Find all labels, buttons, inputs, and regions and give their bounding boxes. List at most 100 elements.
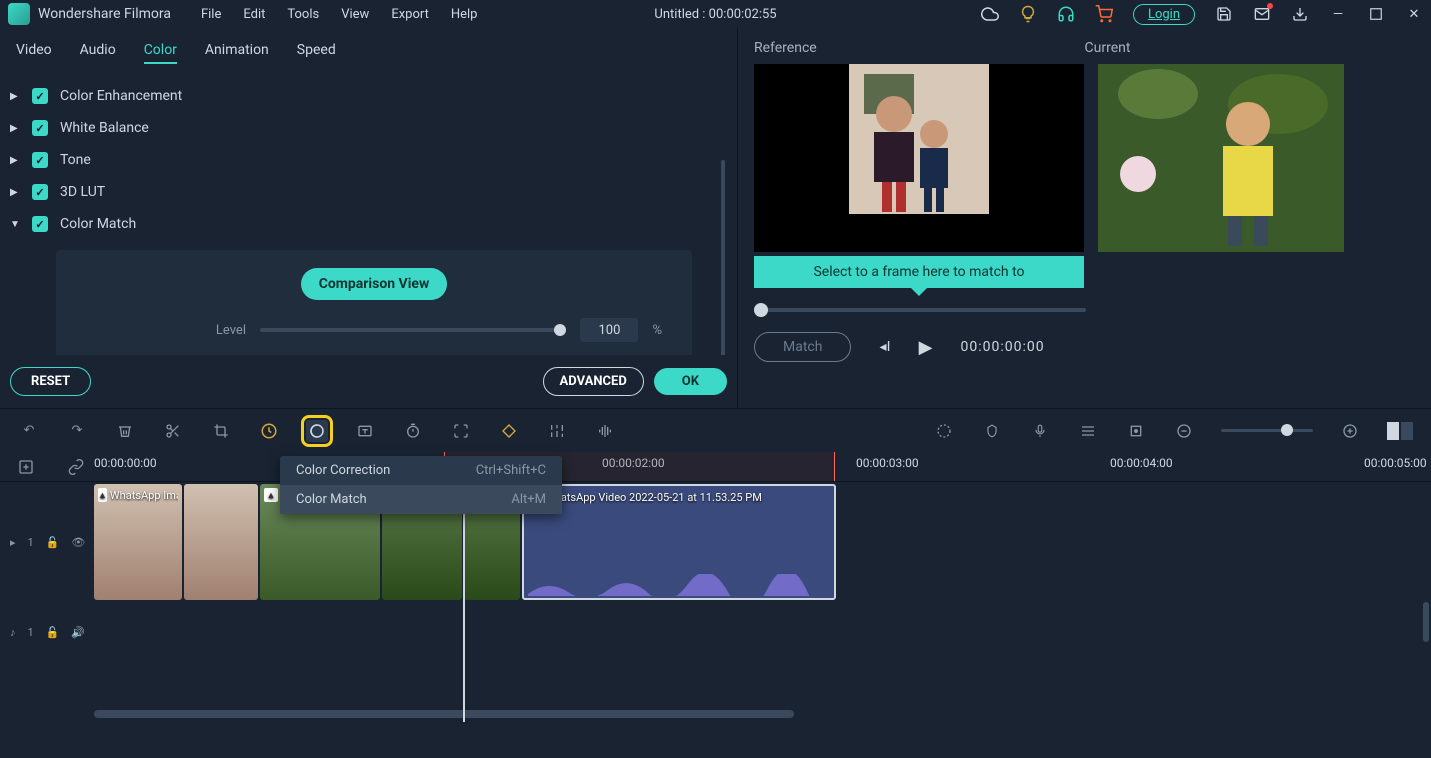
clip-image-1[interactable]: ▲WhatsApp Image 2022-0 — [94, 484, 182, 600]
redo-icon[interactable]: ↷ — [66, 420, 88, 442]
clip-image-1b[interactable] — [184, 484, 258, 600]
select-frame-hint: Select to a frame here to match to — [754, 256, 1084, 288]
minimize-icon[interactable]: — — [1329, 5, 1347, 23]
preview-labels: Reference Current — [754, 40, 1415, 64]
chevron-right-icon: ▶ — [10, 187, 20, 198]
tab-color[interactable]: Color — [144, 42, 177, 64]
menu-file[interactable]: File — [201, 7, 221, 22]
option-tone[interactable]: ▶✓Tone — [8, 144, 729, 176]
visibility-icon[interactable]: 👁 — [71, 536, 85, 549]
preview-scrubber[interactable] — [754, 308, 1086, 312]
option-3d-lut[interactable]: ▶✓3D LUT — [8, 176, 729, 208]
speed-icon[interactable] — [258, 420, 280, 442]
image-icon: ▲ — [264, 488, 278, 502]
step-back-icon[interactable]: ◂Ⅰ — [879, 339, 890, 355]
scrubber-thumb[interactable] — [754, 303, 768, 317]
horizontal-scrollbar[interactable] — [94, 710, 794, 718]
headset-icon[interactable] — [1057, 5, 1075, 23]
color-icon[interactable] — [306, 420, 328, 442]
tick-3: 00:00:03:00 — [856, 456, 919, 470]
preview-videos: Select to a frame here to match to — [754, 64, 1415, 252]
login-button[interactable]: Login — [1133, 4, 1195, 25]
mute-icon[interactable]: 🔊 — [71, 626, 85, 639]
current-video[interactable] — [1098, 64, 1344, 252]
option-white-balance[interactable]: ▶✓White Balance — [8, 112, 729, 144]
reference-video[interactable]: Select to a frame here to match to — [754, 64, 1084, 252]
timer-icon[interactable] — [402, 420, 424, 442]
mic-icon[interactable] — [1029, 420, 1051, 442]
maximize-icon[interactable] — [1367, 5, 1385, 23]
video-track-1: ▸1 🔓 👁 ▲WhatsApp Image 2022-0 ▲WhatsApp … — [0, 482, 1431, 602]
layout-toggle-icon[interactable] — [1387, 422, 1413, 440]
advanced-button[interactable]: ADVANCED — [543, 367, 644, 396]
level-value[interactable]: 100 — [580, 318, 638, 342]
app-name: Wondershare Filmora — [38, 6, 171, 22]
zoom-out-icon[interactable] — [1173, 420, 1195, 442]
close-icon[interactable]: ✕ — [1405, 5, 1423, 23]
mixer-icon[interactable] — [1077, 420, 1099, 442]
match-button[interactable]: Match — [754, 332, 851, 362]
clip-video-1[interactable]: ▶WhatsApp Video 2022-05-21 at 11.53.25 P… — [522, 484, 836, 600]
option-color-match[interactable]: ▼✓Color Match — [8, 208, 729, 240]
scrollbar[interactable] — [721, 160, 725, 355]
checkbox-icon[interactable]: ✓ — [32, 216, 48, 232]
play-icon[interactable]: ▶ — [919, 337, 933, 358]
menu-edit[interactable]: Edit — [243, 7, 265, 22]
crop-icon[interactable] — [210, 420, 232, 442]
menu-help[interactable]: Help — [451, 7, 478, 22]
vertical-scroll-hint[interactable] — [1423, 602, 1429, 642]
render-icon[interactable] — [933, 420, 955, 442]
delete-icon[interactable] — [114, 420, 136, 442]
playhead[interactable] — [463, 482, 465, 722]
text-icon[interactable] — [354, 420, 376, 442]
cart-icon[interactable] — [1095, 5, 1113, 23]
fullscreen-icon[interactable] — [450, 420, 472, 442]
checkbox-icon[interactable]: ✓ — [32, 184, 48, 200]
main-menu: File Edit Tools View Export Help — [201, 7, 478, 22]
undo-icon[interactable]: ↶ — [18, 420, 40, 442]
tab-speed[interactable]: Speed — [297, 42, 336, 64]
preview-panel: Reference Current Select to a frame here… — [738, 28, 1431, 408]
marker-icon[interactable] — [981, 420, 1003, 442]
checkbox-icon[interactable]: ✓ — [32, 152, 48, 168]
ctx-color-correction[interactable]: Color CorrectionCtrl+Shift+C — [280, 456, 562, 485]
tab-animation[interactable]: Animation — [205, 42, 269, 64]
link-icon[interactable] — [68, 459, 84, 475]
chevron-right-icon: ▶ — [10, 123, 20, 134]
ok-button[interactable]: OK — [654, 368, 727, 395]
mail-icon[interactable] — [1253, 5, 1271, 23]
ctx-color-match[interactable]: Color MatchAlt+M — [280, 485, 562, 514]
tab-audio[interactable]: Audio — [80, 42, 116, 64]
lock-icon[interactable]: 🔓 — [46, 536, 60, 549]
zoom-in-icon[interactable] — [1339, 420, 1361, 442]
adjust-icon[interactable] — [546, 420, 568, 442]
main-area: Video Audio Color Animation Speed ▶✓Colo… — [0, 28, 1431, 408]
document-title: Untitled : 00:00:02:55 — [654, 7, 776, 22]
level-slider[interactable] — [260, 328, 566, 332]
checkbox-icon[interactable]: ✓ — [32, 120, 48, 136]
audio-waveform — [528, 574, 836, 596]
menu-export[interactable]: Export — [391, 7, 429, 22]
cloud-icon[interactable] — [981, 5, 999, 23]
reset-button[interactable]: RESET — [10, 367, 91, 396]
audio-icon[interactable] — [594, 420, 616, 442]
comparison-view-button[interactable]: Comparison View — [301, 268, 448, 300]
cut-icon[interactable] — [162, 420, 184, 442]
save-icon[interactable] — [1215, 5, 1233, 23]
tab-video[interactable]: Video — [16, 42, 52, 64]
keyframe-icon[interactable] — [498, 420, 520, 442]
zoom-slider[interactable] — [1221, 429, 1313, 432]
download-icon[interactable] — [1291, 5, 1309, 23]
checkbox-icon[interactable]: ✓ — [32, 88, 48, 104]
preview-timecode: 00:00:00:00 — [960, 339, 1044, 355]
menu-view[interactable]: View — [341, 7, 369, 22]
lock-icon[interactable]: 🔓 — [46, 626, 60, 639]
zoom-thumb[interactable] — [1281, 424, 1293, 436]
slider-thumb[interactable] — [554, 324, 566, 336]
lightbulb-icon[interactable] — [1019, 5, 1037, 23]
menu-tools[interactable]: Tools — [287, 7, 319, 22]
title-right: Login — ✕ — [981, 4, 1423, 25]
snap-icon[interactable] — [1125, 420, 1147, 442]
add-track-icon[interactable] — [18, 459, 34, 475]
option-color-enhancement[interactable]: ▶✓Color Enhancement — [8, 80, 729, 112]
